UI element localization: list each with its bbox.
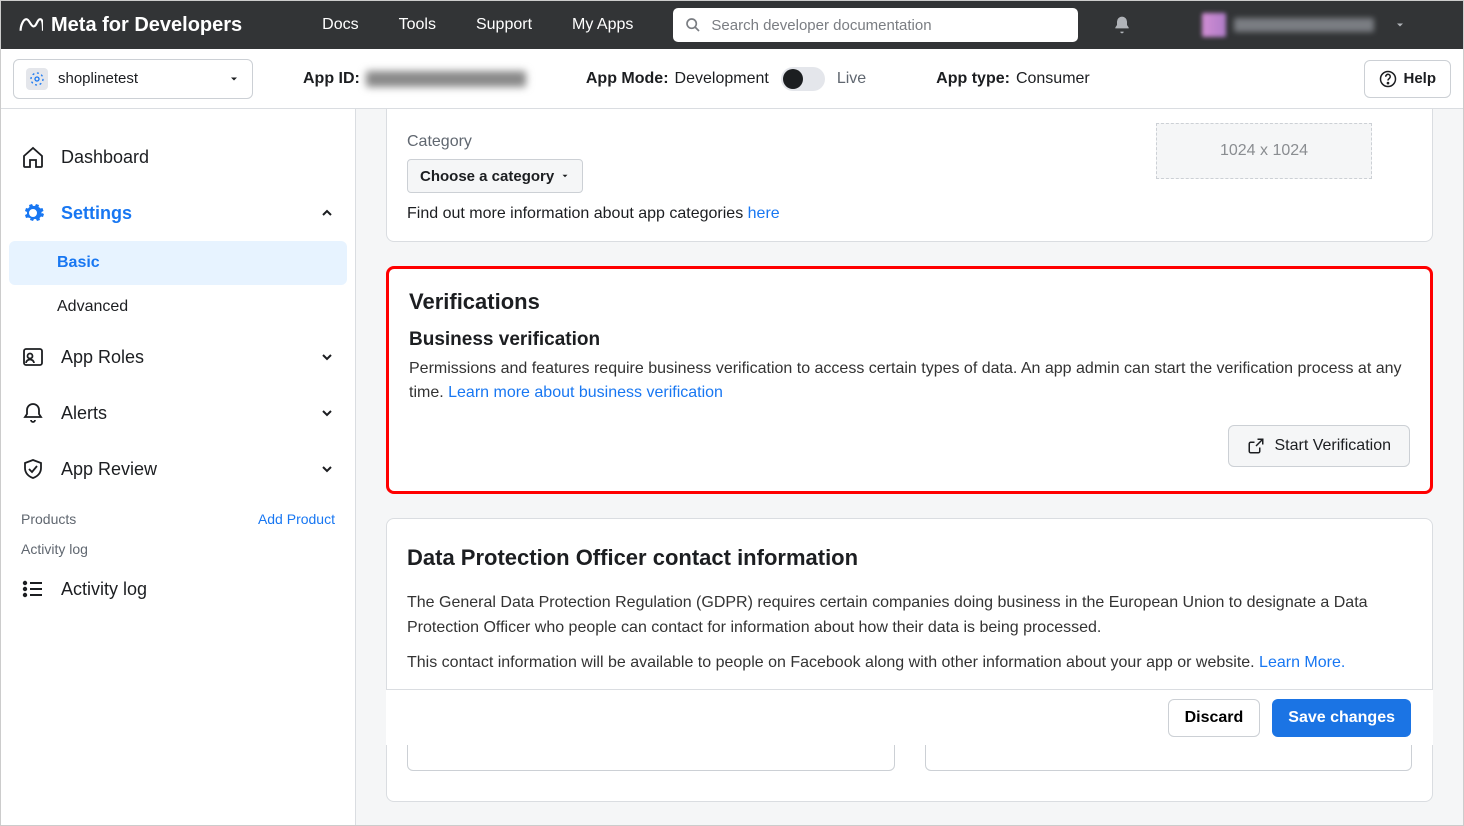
- chevron-down-icon: [319, 405, 335, 421]
- search-placeholder: Search developer documentation: [711, 17, 931, 34]
- sidebar-item-dashboard[interactable]: Dashboard: [1, 129, 355, 185]
- sidebar-sub-basic[interactable]: Basic: [9, 241, 347, 285]
- start-verification-label: Start Verification: [1275, 437, 1392, 455]
- app-type-label: App type:: [936, 70, 1010, 88]
- sidebar-sub-label: Advanced: [57, 298, 128, 316]
- sidebar-item-label: Dashboard: [61, 147, 335, 168]
- dpo-card: Data Protection Officer contact informat…: [386, 518, 1433, 802]
- app-icon-placeholder[interactable]: 1024 x 1024: [1156, 123, 1372, 179]
- app-icon: [26, 68, 48, 90]
- sidebar-sub-label: Basic: [57, 254, 100, 272]
- live-label: Live: [837, 70, 866, 88]
- business-verification-desc: Permissions and features require busines…: [389, 357, 1430, 405]
- chevron-down-icon: [319, 461, 335, 477]
- roles-icon: [21, 345, 45, 369]
- category-info-text: Find out more information about app cate…: [407, 205, 748, 222]
- sidebar-item-label: Settings: [61, 203, 303, 224]
- app-type-value: Consumer: [1016, 70, 1090, 88]
- chevron-up-icon: [319, 205, 335, 221]
- products-label: Products: [21, 511, 76, 527]
- help-label: Help: [1403, 70, 1436, 87]
- sidebar-item-settings[interactable]: Settings: [1, 185, 355, 241]
- app-type: App type: Consumer: [936, 70, 1090, 88]
- user-avatar[interactable]: [1202, 13, 1226, 37]
- placeholder-text: 1024 x 1024: [1220, 142, 1308, 160]
- dpo-para1: The General Data Protection Regulation (…: [387, 581, 1432, 641]
- nav-myapps[interactable]: My Apps: [572, 16, 633, 34]
- nav-tools[interactable]: Tools: [399, 16, 436, 34]
- help-button[interactable]: Help: [1364, 60, 1451, 98]
- verification-learn-more-link[interactable]: Learn more about business verification: [448, 384, 723, 401]
- search-icon: [685, 17, 701, 33]
- app-mode-label: App Mode:: [586, 70, 669, 88]
- app-id-value-redacted: [366, 71, 526, 87]
- chevron-down-icon: [228, 73, 240, 85]
- user-menu-chevron-icon[interactable]: [1394, 19, 1406, 31]
- start-verification-button[interactable]: Start Verification: [1228, 425, 1411, 467]
- app-subheader: shoplinetest App ID: App Mode: Developme…: [1, 49, 1463, 109]
- sidebar-item-app-review[interactable]: App Review: [1, 441, 355, 497]
- sidebar-item-label: App Roles: [61, 347, 303, 368]
- sidebar: Dashboard Settings Basic Advanced App Ro…: [1, 109, 356, 825]
- choose-category-button[interactable]: Choose a category: [407, 159, 583, 193]
- footer-actions: Discard Save changes: [386, 689, 1433, 745]
- business-verification-title: Business verification: [389, 315, 1430, 357]
- help-icon: [1379, 70, 1397, 88]
- choose-category-label: Choose a category: [420, 168, 554, 185]
- dpo-title: Data Protection Officer contact informat…: [387, 523, 1432, 581]
- gear-icon: [21, 201, 45, 225]
- chevron-down-icon: [560, 171, 570, 181]
- category-card: Category Choose a category Find out more…: [386, 109, 1433, 242]
- brand[interactable]: Meta for Developers: [17, 12, 242, 38]
- main-content: Category Choose a category Find out more…: [356, 109, 1463, 825]
- verifications-card: Verifications Business verification Perm…: [386, 266, 1433, 494]
- shield-icon: [21, 457, 45, 481]
- app-id-label: App ID:: [303, 70, 360, 88]
- app-selector[interactable]: shoplinetest: [13, 59, 253, 99]
- search-input[interactable]: Search developer documentation: [673, 8, 1078, 42]
- nav-links: Docs Tools Support My Apps: [322, 16, 633, 34]
- sidebar-activity-small: Activity log: [1, 533, 355, 565]
- export-icon: [1247, 437, 1265, 455]
- dpo-para2-text: This contact information will be availab…: [407, 654, 1259, 671]
- app-mode-value: Development: [675, 70, 769, 88]
- sidebar-item-label: Alerts: [61, 403, 303, 424]
- user-name-redacted: [1234, 18, 1374, 32]
- category-label: Category: [407, 133, 1156, 151]
- sidebar-item-label: App Review: [61, 459, 303, 480]
- top-nav: Meta for Developers Docs Tools Support M…: [1, 1, 1463, 49]
- sidebar-products-header: Products Add Product: [1, 497, 355, 533]
- chevron-down-icon: [319, 349, 335, 365]
- sidebar-item-app-roles[interactable]: App Roles: [1, 329, 355, 385]
- nav-support[interactable]: Support: [476, 16, 532, 34]
- app-mode-toggle[interactable]: [781, 67, 825, 91]
- dpo-learn-more-link[interactable]: Learn More.: [1259, 654, 1345, 671]
- app-name: shoplinetest: [58, 70, 218, 87]
- category-info: Find out more information about app cate…: [407, 205, 1156, 223]
- sidebar-item-activity-log[interactable]: Activity log: [1, 565, 355, 613]
- notifications-icon[interactable]: [1112, 15, 1132, 35]
- app-mode: App Mode: Development Live: [586, 67, 866, 91]
- save-changes-button[interactable]: Save changes: [1272, 699, 1411, 737]
- home-icon: [21, 145, 45, 169]
- sidebar-item-alerts[interactable]: Alerts: [1, 385, 355, 441]
- meta-icon: [17, 12, 43, 38]
- sidebar-sub-advanced[interactable]: Advanced: [1, 285, 355, 329]
- category-info-link[interactable]: here: [748, 205, 780, 222]
- sidebar-item-label: Activity log: [61, 579, 335, 600]
- verifications-title: Verifications: [389, 289, 1430, 315]
- discard-button[interactable]: Discard: [1168, 699, 1261, 737]
- add-product-link[interactable]: Add Product: [258, 511, 335, 527]
- bell-icon: [21, 401, 45, 425]
- dpo-para2: This contact information will be availab…: [387, 641, 1432, 676]
- brand-text: Meta for Developers: [51, 14, 242, 37]
- list-icon: [21, 577, 45, 601]
- nav-docs[interactable]: Docs: [322, 16, 358, 34]
- app-id: App ID:: [303, 70, 526, 88]
